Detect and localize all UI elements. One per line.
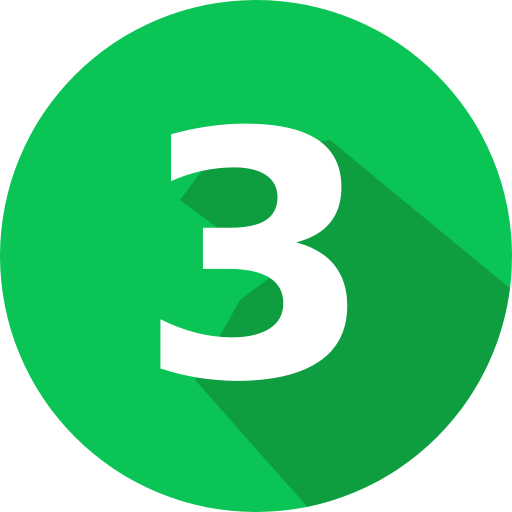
number-three-circle-icon: 3 [0, 0, 512, 512]
badge-number: 3 [138, 61, 375, 457]
number-badge: 3 [0, 0, 512, 512]
